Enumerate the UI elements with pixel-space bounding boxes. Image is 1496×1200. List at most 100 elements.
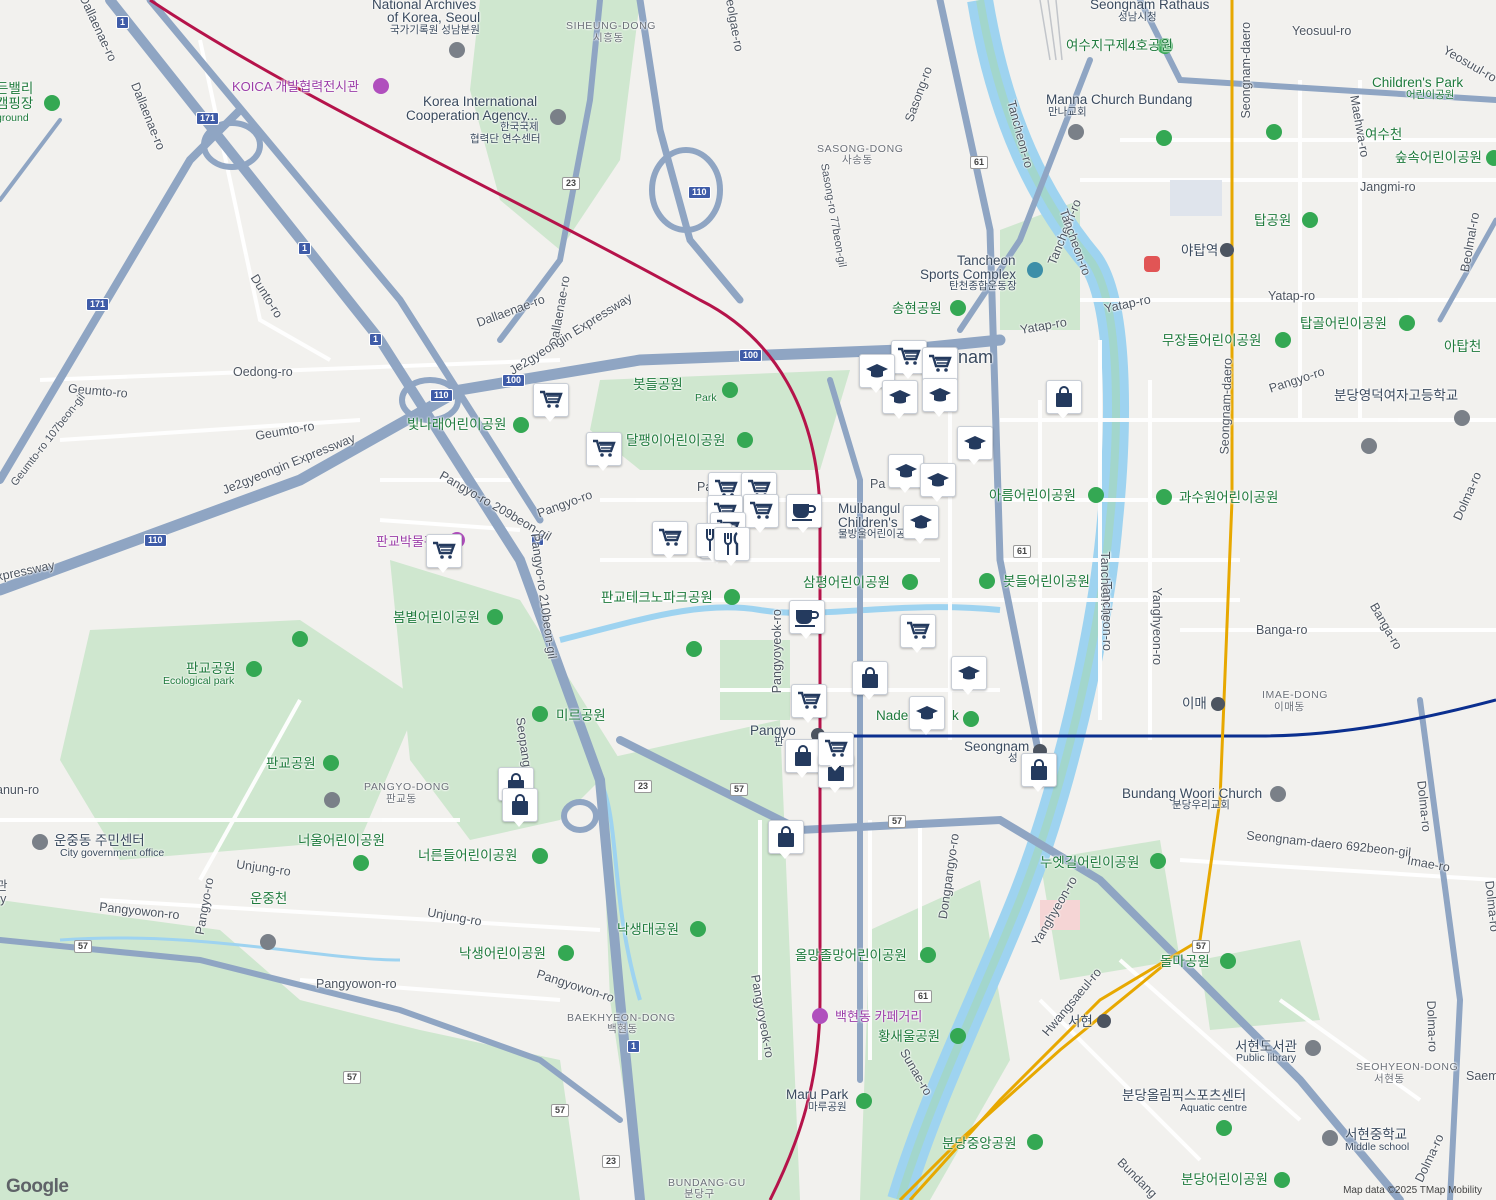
map-marker-restaurant-icon[interactable] [714,527,750,567]
school-icon[interactable] [260,934,276,950]
archive-icon[interactable] [449,42,465,58]
label-bundang-girls-high: 분당영덕여자고등학교 [1334,388,1459,403]
park-icon[interactable] [1156,489,1172,505]
map-marker-school-cap-icon[interactable] [957,426,993,466]
park-icon[interactable] [1150,853,1166,869]
park-icon[interactable] [558,945,574,961]
map-marker-school-cap-icon[interactable] [903,505,939,545]
shopping-bag-icon [785,739,821,773]
route-shield-23: 23 [602,1155,621,1168]
park-icon[interactable] [1275,332,1291,348]
park-icon[interactable] [920,947,936,963]
church-icon[interactable] [1068,124,1084,140]
label-yatap-station: 야탑역 [1181,243,1219,258]
park-icon[interactable] [513,417,529,433]
aquatic-centre-icon[interactable] [1216,1120,1232,1136]
map-attribution[interactable]: Map data ©2025 TMap Mobility [1343,1185,1482,1196]
church-icon[interactable] [1270,786,1286,802]
park-icon[interactable] [1156,130,1172,146]
park-icon[interactable] [1027,1134,1043,1150]
map-base-layer [0,0,1496,1200]
park-icon[interactable] [1399,315,1415,331]
label-banga-ro-a: Banga-ro [1256,623,1308,637]
map-marker-school-cap-icon[interactable] [882,380,918,420]
park-icon[interactable] [950,300,966,316]
label-naksaengdae-park: 낙생대공원 [617,922,680,937]
marker-tail [663,553,675,560]
label-songhyeon-park: 송현공원 [892,301,942,316]
map-marker-school-cap-icon[interactable] [922,378,958,418]
map-marker-shopping-bag-icon[interactable] [785,739,821,779]
map-marker-shopping-cart-icon[interactable] [533,383,569,423]
metro-station-icon[interactable] [1220,243,1234,257]
park-icon[interactable] [724,589,740,605]
park-icon[interactable] [1088,487,1104,503]
map-marker-school-cap-icon[interactable] [951,656,987,696]
institution-icon[interactable] [550,109,566,125]
park-icon[interactable] [737,432,753,448]
park-icon[interactable] [722,382,738,398]
library-icon[interactable] [1361,438,1377,454]
park-icon[interactable] [292,631,308,647]
park-icon[interactable] [1486,150,1496,166]
park-icon[interactable] [1274,1172,1290,1188]
map-marker-coffee-cup-icon[interactable] [789,600,825,640]
library-icon[interactable] [1305,1040,1321,1056]
park-icon[interactable] [353,855,369,871]
map-marker-shopping-cart-icon[interactable] [900,614,936,654]
route-shield-110: 110 [688,186,711,199]
map-canvas[interactable]: 1 171 1 171 1 110 100 100 110 23 110 1 6… [0,0,1496,1200]
school-cap-icon [957,426,993,460]
map-marker-shopping-cart-icon[interactable] [818,732,854,772]
school-icon[interactable] [1454,410,1470,426]
park-icon[interactable] [532,706,548,722]
park-icon[interactable] [950,1028,966,1044]
park-icon[interactable] [487,609,503,625]
map-marker-coffee-cup-icon[interactable] [786,494,822,534]
label-pangyo-park-en: Ecological park [163,675,235,687]
park-icon[interactable] [323,755,339,771]
park-icon[interactable] [963,711,979,727]
label-naksaeng-park: 낙생어린이공원 [459,946,546,961]
map-marker-school-cap-icon[interactable] [909,696,945,736]
label-binnarae-park: 빛나래어린이공원 [407,417,507,432]
campground-icon[interactable] [44,95,60,111]
sports-complex-icon[interactable] [1027,262,1043,278]
camera-icon[interactable] [812,1008,828,1024]
label-tapgol-park: 탑골어린이공원 [1300,316,1387,331]
park-icon[interactable] [979,573,995,589]
metro-station-icon[interactable] [1211,697,1225,711]
map-marker-shopping-cart-icon[interactable] [586,432,622,472]
map-marker-school-cap-icon[interactable] [888,454,924,494]
map-marker-shopping-bag-icon[interactable] [852,661,888,701]
park-icon[interactable] [246,661,262,677]
park-icon[interactable] [1302,212,1318,228]
park-icon[interactable] [856,1093,872,1109]
government-office-icon[interactable] [32,834,48,850]
park-icon[interactable] [902,574,918,590]
map-marker-shopping-bag-icon[interactable] [1046,380,1082,420]
label-seohyeon-dong: SEOHYEON-DONG [1356,1061,1459,1073]
map-marker-shopping-bag-icon[interactable] [768,820,804,860]
park-icon[interactable] [532,848,548,864]
label-botdeul-childpark: 봇들어린이공원 [1003,574,1090,589]
park-icon[interactable] [686,641,702,657]
map-marker-shopping-cart-icon[interactable] [791,684,827,724]
school-icon[interactable] [1322,1130,1338,1146]
map-marker-shopping-cart-icon[interactable] [652,521,688,561]
library-icon[interactable] [324,792,340,808]
map-marker-shopping-bag-icon[interactable] [1021,753,1057,793]
hospital-icon[interactable] [1144,256,1160,272]
label-koica-center-ko-2: 협력단 연수센터 [470,133,541,145]
park-icon[interactable] [690,921,706,937]
map-marker-school-cap-icon[interactable] [920,463,956,503]
google-logo[interactable]: Google [6,1176,69,1198]
shopping-cart-icon [426,534,462,568]
museum-icon[interactable] [373,78,389,94]
metro-station-icon[interactable] [1097,1014,1111,1028]
park-icon[interactable] [1266,124,1282,140]
map-marker-shopping-cart-icon[interactable] [426,534,462,574]
map-marker-shopping-bag-icon[interactable] [502,788,538,828]
park-icon[interactable] [1220,953,1236,969]
marker-tail [597,464,609,471]
